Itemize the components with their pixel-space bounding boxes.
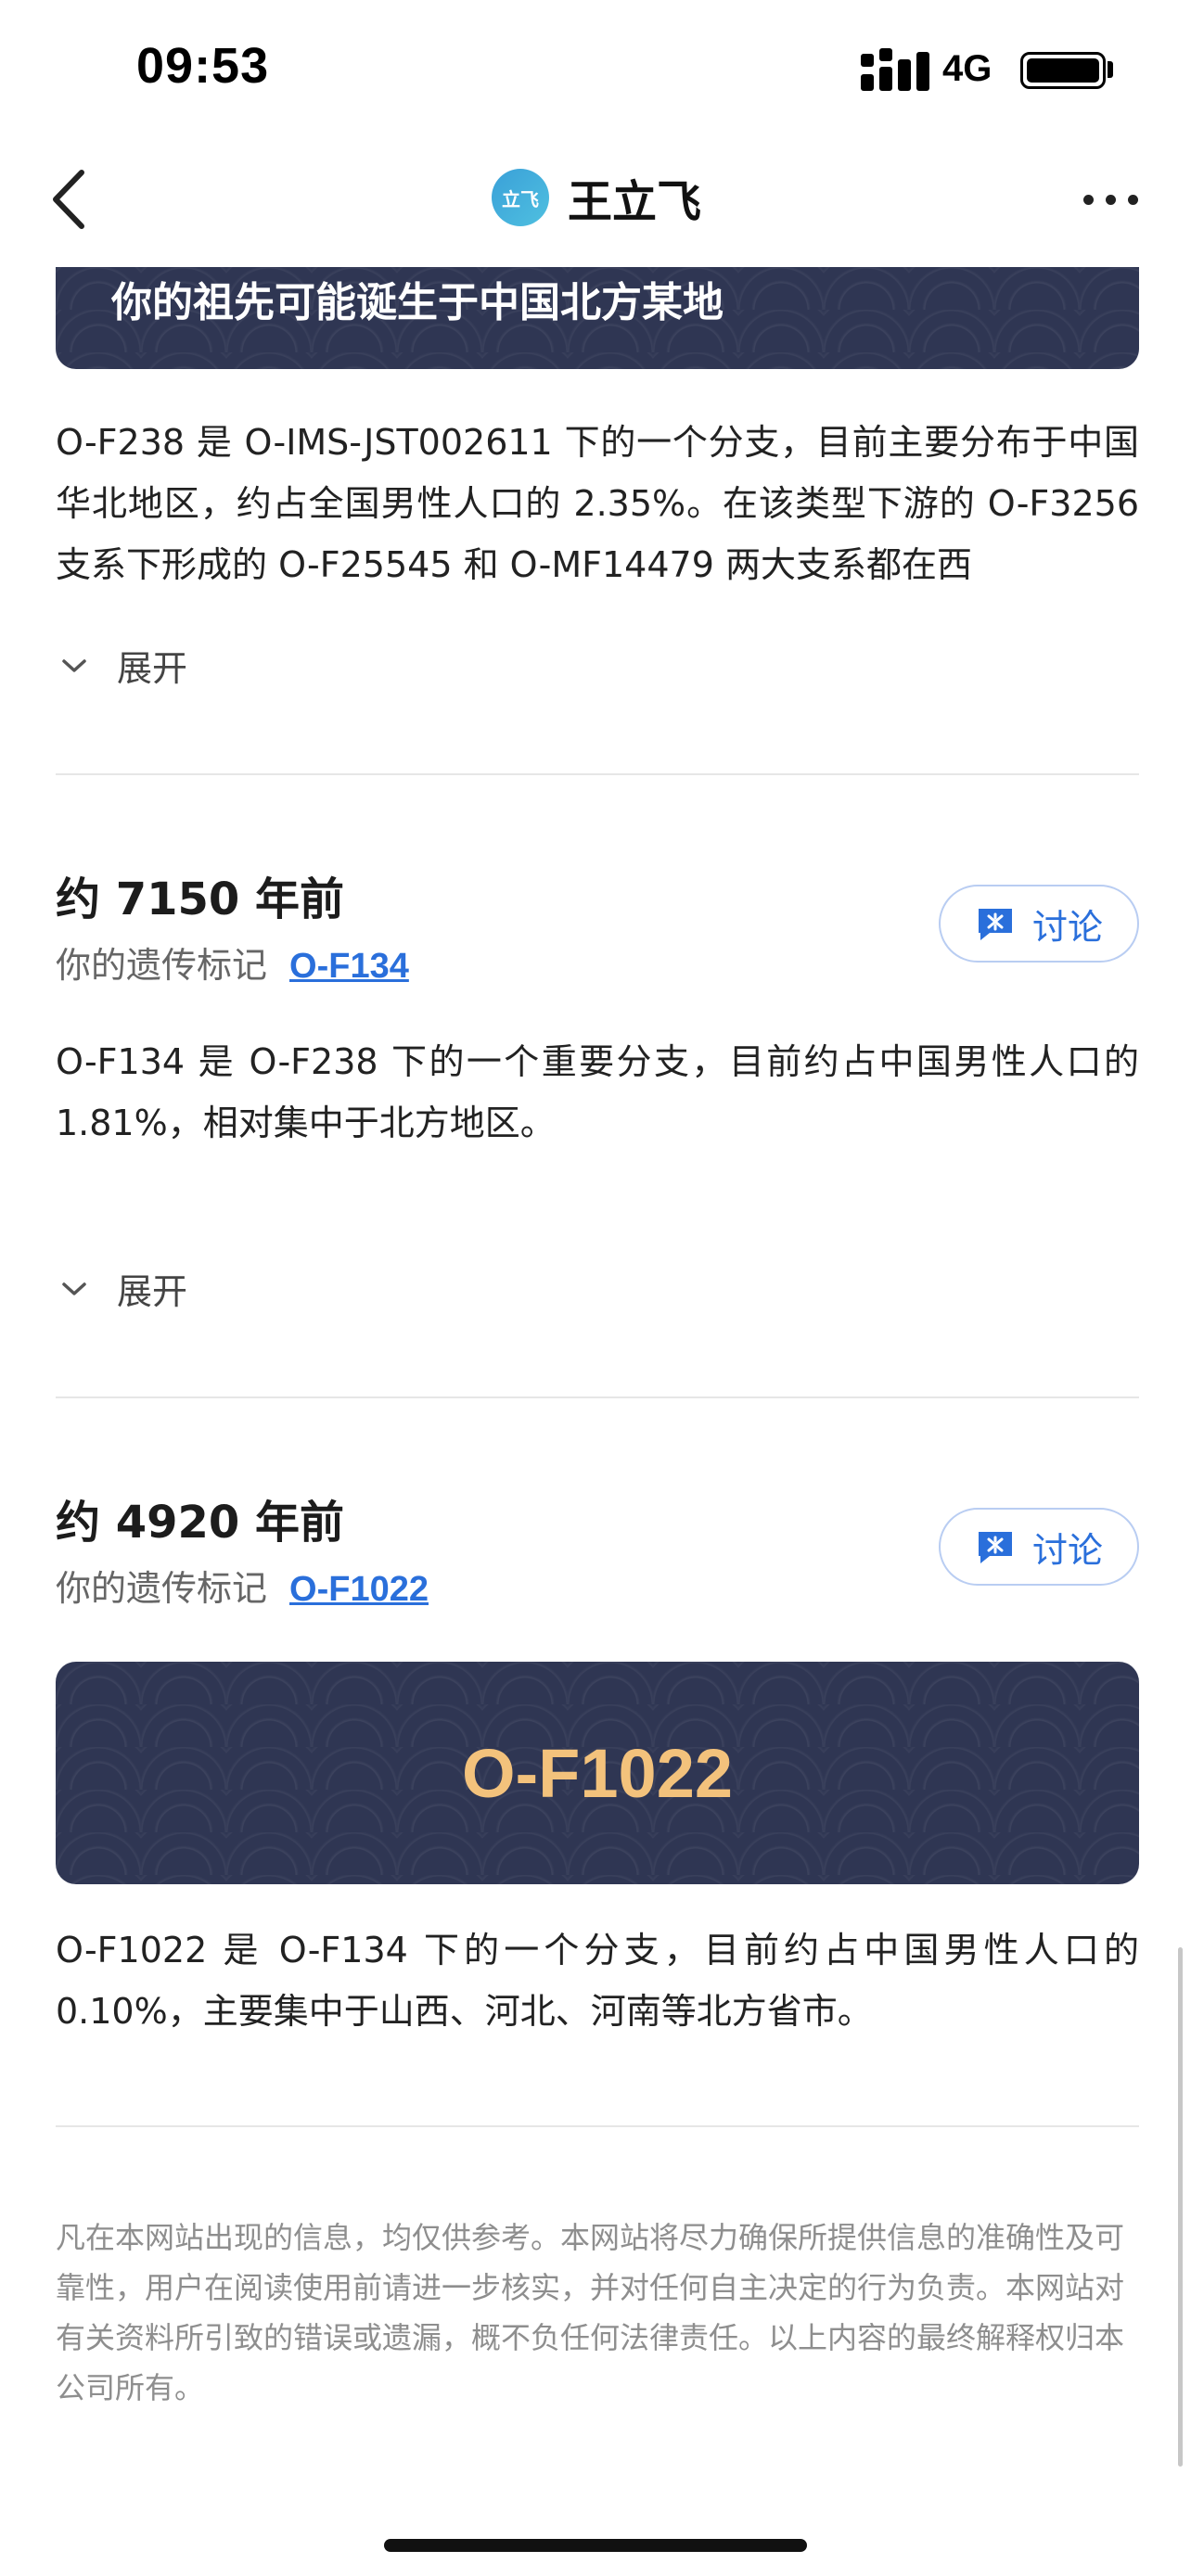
status-time: 09:53	[136, 38, 270, 94]
section-title: 约 4920 年前	[56, 1497, 345, 1549]
genetic-marker-row: 你的遗传标记 O-F1022	[56, 1560, 429, 1611]
divider	[56, 1396, 1139, 1398]
disclaimer: 凡在本网站出现的信息，均仅供参考。本网站将尽力确保所提供信息的准确性及可靠性，用…	[56, 2220, 1125, 2405]
home-indicator[interactable]	[384, 2539, 807, 2552]
discuss-icon	[978, 1532, 1012, 1563]
marker-label: 你的遗传标记	[56, 1568, 268, 1609]
discuss-button[interactable]: 讨论	[939, 885, 1139, 963]
battery-icon	[1020, 52, 1106, 89]
chevron-down-icon	[62, 1282, 86, 1295]
scrollbar[interactable]	[1178, 1947, 1183, 2467]
haplogroup-description: O-F238 是 O-IMS-JST002611 下的一个分支，目前主要分布于中…	[56, 422, 1139, 585]
haplogroup-description: O-F134 是 O-F238 下的一个重要分支，目前约占中国男性人口的 1.8…	[56, 1041, 1139, 1143]
haplogroup-description: O-F1022 是 O-F134 下的一个分支，目前约占中国男性人口的 0.10…	[56, 1930, 1139, 2032]
section-title: 约 7150 年前	[56, 874, 345, 925]
expand-toggle[interactable]: 展开	[61, 640, 187, 691]
discuss-icon	[978, 909, 1012, 940]
marker-link[interactable]: O-F134	[289, 947, 409, 986]
ancestor-banner-text: 你的祖先可能诞生于中国北方某地	[111, 279, 724, 326]
expand-label: 展开	[117, 648, 188, 689]
chevron-down-icon	[62, 658, 86, 672]
marker-link[interactable]: O-F1022	[289, 1570, 429, 1609]
genetic-marker-row: 你的遗传标记 O-F134	[56, 937, 409, 988]
expand-label: 展开	[117, 1271, 188, 1312]
avatar[interactable]: 立飞	[492, 169, 549, 226]
divider	[56, 2125, 1139, 2127]
page-title: 王立飞	[568, 176, 702, 228]
haplogroup-banner: O-F1022	[56, 1662, 1139, 1884]
expand-toggle[interactable]: 展开	[61, 1263, 187, 1314]
discuss-button[interactable]: 讨论	[939, 1508, 1139, 1586]
divider	[56, 773, 1139, 775]
discuss-label: 讨论	[1031, 1529, 1103, 1571]
network-type: 4G	[942, 48, 992, 89]
haplogroup-banner-text: O-F1022	[461, 1734, 734, 1812]
discuss-label: 讨论	[1031, 906, 1103, 948]
signal-icon	[861, 48, 929, 91]
battery-cap	[1108, 61, 1113, 78]
more-icon[interactable]	[1083, 195, 1139, 206]
marker-label: 你的遗传标记	[56, 945, 268, 986]
back-arrow-icon[interactable]	[46, 167, 93, 232]
